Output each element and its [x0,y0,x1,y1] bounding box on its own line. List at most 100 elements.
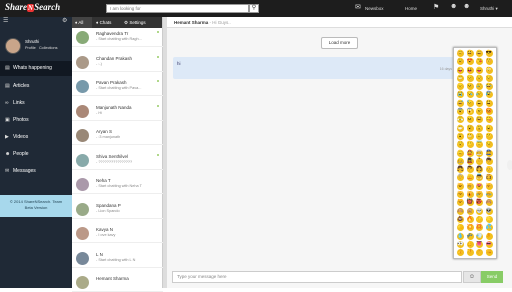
emoji-icon[interactable]: 💥 [466,224,474,232]
collections-link[interactable]: Collections [39,46,58,50]
emoji-icon[interactable]: 😿 [476,191,483,199]
nav-newsbox[interactable]: Newsbox [365,0,384,17]
profile-link[interactable]: Profile [25,46,36,50]
emoji-icon[interactable]: 😫 [485,99,493,107]
app-logo[interactable]: ShareNSearch [5,2,60,12]
emoji-icon[interactable]: 💂 [466,157,474,165]
emoji-icon[interactable]: 😁 [457,74,464,82]
emoji-icon[interactable]: 😂 [485,83,493,91]
contact-row[interactable]: Spandana P- Lion Spando [72,200,163,219]
emoji-icon[interactable]: 😥 [476,91,483,99]
emoji-icon[interactable]: 😼 [457,191,464,199]
emoji-icon[interactable]: 😠 [476,108,483,116]
emoji-icon[interactable]: 👹 [466,199,474,207]
emoji-icon[interactable]: 😦 [485,124,493,132]
emoji-icon[interactable]: 😾 [457,199,464,207]
emoji-icon[interactable]: 😜 [457,66,464,74]
emoji-icon[interactable]: 😨 [457,108,464,116]
contact-row[interactable]: Hemant Sharma [72,273,163,292]
newsbox-icon[interactable]: ✉ [355,3,361,11]
emoji-icon[interactable]: 😇 [476,141,483,149]
emoji-icon[interactable]: 😆 [476,116,483,124]
emoji-icon[interactable]: 😺 [457,182,464,190]
contact-row[interactable]: Pavan Prakash - Start chatting with Pava.… [72,77,163,96]
emoji-icon[interactable]: 💤 [466,232,474,240]
emoji-icon[interactable]: 😔 [466,74,474,82]
chat-contact-name[interactable]: Hemant Sharma [174,20,208,25]
contact-row[interactable]: Shiva Senthilvel - ???????????????? [72,151,163,170]
emoji-icon[interactable]: 😋 [485,116,493,124]
emoji-icon[interactable]: 😞 [457,83,464,91]
gear-icon[interactable]: ⚙ [62,17,67,24]
emoji-icon[interactable]: 💢 [476,224,483,232]
emoji-icon[interactable]: 😓 [466,99,474,107]
emoji-icon[interactable]: 😏 [485,141,493,149]
emoji-icon[interactable]: 😛 [476,66,483,74]
emoji-icon[interactable]: 😉 [457,58,464,66]
emoji-icon[interactable]: 👵 [457,174,464,182]
emoji-icon[interactable]: 😱 [466,108,474,116]
emoji-icon[interactable]: 👱 [466,174,474,182]
tab-all[interactable]: ♦ All [72,17,92,28]
emoji-icon[interactable]: 👌 [476,249,483,257]
emoji-icon[interactable]: 👎 [466,249,474,257]
emoji-icon[interactable]: 👩 [476,166,483,174]
emoji-icon[interactable]: 👦 [485,157,493,165]
emoji-icon[interactable]: 😢 [476,83,483,91]
emoji-icon[interactable]: 👅 [476,240,483,248]
sidebar-item-articles[interactable]: ▤ Articles [0,79,72,94]
load-more-button[interactable]: Load more [321,37,358,49]
emoji-icon[interactable]: 🙀 [466,191,474,199]
nav-home[interactable]: Home [405,0,417,17]
contact-row[interactable]: Neha T- Start chatting with Neha T [72,175,163,194]
emoji-icon[interactable]: 🌟 [485,215,493,223]
emoji-icon[interactable]: 😄 [476,50,483,57]
emoji-icon[interactable]: 🙊 [466,207,474,215]
emoji-icon[interactable]: 👧 [457,166,464,174]
sidebar-item-people[interactable]: ☻ People [0,147,72,162]
avatar[interactable] [5,38,21,54]
emoji-icon[interactable]: 😌 [476,74,483,82]
search-icon[interactable]: ⚲ [249,4,259,13]
window-edge-handle[interactable] [507,160,512,170]
emoji-icon[interactable]: 😊 [457,50,464,57]
emoji-icon[interactable]: 💧 [457,232,464,240]
friends-icon[interactable]: ☻ [463,3,470,10]
emoji-icon[interactable]: 💩 [457,215,464,223]
emoji-icon[interactable]: 👼 [476,174,483,182]
emoji-icon[interactable]: 😻 [476,182,483,190]
contact-row[interactable]: Kavya N- I ove kavy [72,224,163,243]
emoji-icon[interactable]: 👽 [485,207,493,215]
emoji-icon[interactable]: 😤 [457,116,464,124]
emoji-icon[interactable]: 😑 [457,149,464,157]
emoji-icon[interactable]: 😡 [485,108,493,116]
emoji-icon[interactable]: 😐 [476,132,483,140]
emoji-icon[interactable]: 😲 [476,124,483,132]
emoji-icon[interactable]: 👨 [466,166,474,174]
contact-row[interactable]: Manjunath Nanda - Hi [72,102,163,121]
contact-row[interactable]: L N- Start chatting with L N [72,249,163,268]
tab-chats[interactable]: ♦ Chats [96,17,111,28]
message-input[interactable]: Type your message here [172,271,462,283]
emoji-icon[interactable]: 😮 [457,132,464,140]
emoji-icon[interactable]: 😽 [485,182,493,190]
emoji-icon[interactable]: 😎 [485,50,493,57]
emoji-icon[interactable]: 😵 [466,124,474,132]
emoji-icon[interactable]: 🔥 [466,215,474,223]
emoji-icon[interactable]: 👃 [466,240,474,248]
nav-user-menu[interactable]: Shruthi ▾ [480,0,498,17]
emoji-icon[interactable]: 👲 [466,149,474,157]
emoji-icon[interactable]: 🙈 [485,199,493,207]
emoji-icon[interactable]: 😝 [466,66,474,74]
emoji-icon[interactable]: 😍 [466,58,474,66]
emoji-icon[interactable]: 😒 [485,74,493,82]
sidebar-item-videos[interactable]: ▶ Videos [0,130,72,145]
sidebar-item-photos[interactable]: ▣ Photos [0,113,72,128]
search-input[interactable]: I am looking for [106,4,249,13]
send-button[interactable]: Send [481,271,503,283]
emoji-icon[interactable]: 😘 [476,58,483,66]
emoji-icon[interactable]: ✨ [476,215,483,223]
emoji-icon[interactable]: 💫 [457,224,464,232]
emoji-icon[interactable]: 😹 [485,191,493,199]
sidebar-item-messages[interactable]: ✉ Messages [0,164,72,179]
